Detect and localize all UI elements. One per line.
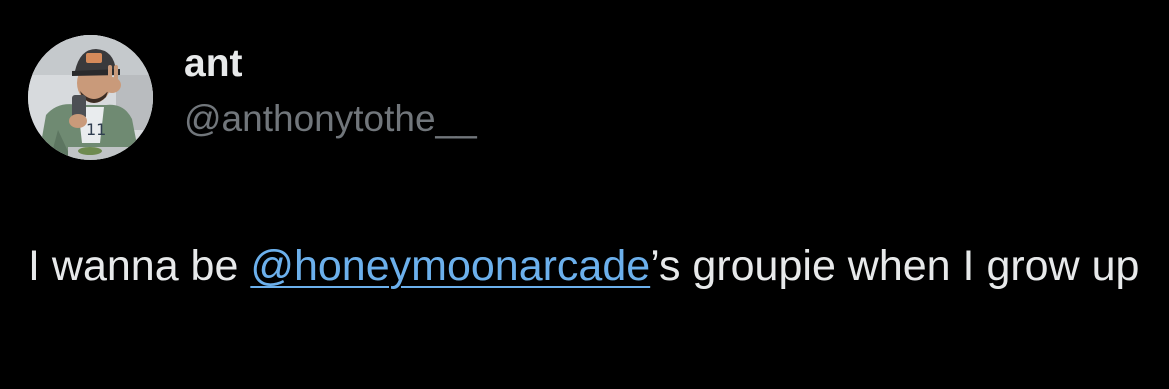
author-display-name[interactable]: ant bbox=[184, 40, 243, 88]
profile-avatar[interactable]: 11 bbox=[28, 35, 153, 160]
tweet-text-after: ’s groupie when I grow up bbox=[650, 242, 1140, 290]
profile-photo-icon: 11 bbox=[28, 35, 153, 160]
svg-text:11: 11 bbox=[86, 120, 106, 139]
mention-link[interactable]: @honeymoonarcade bbox=[250, 242, 650, 290]
tweet-text-before: I wanna be bbox=[28, 242, 251, 290]
author-handle[interactable]: @anthonytothe__ bbox=[184, 96, 477, 142]
tweet-card: 11 ant @anthonytothe__ I wanna be @honey… bbox=[0, 0, 1169, 389]
tweet-body: I wanna be @honeymoonarcade’s groupie wh… bbox=[28, 236, 1148, 297]
